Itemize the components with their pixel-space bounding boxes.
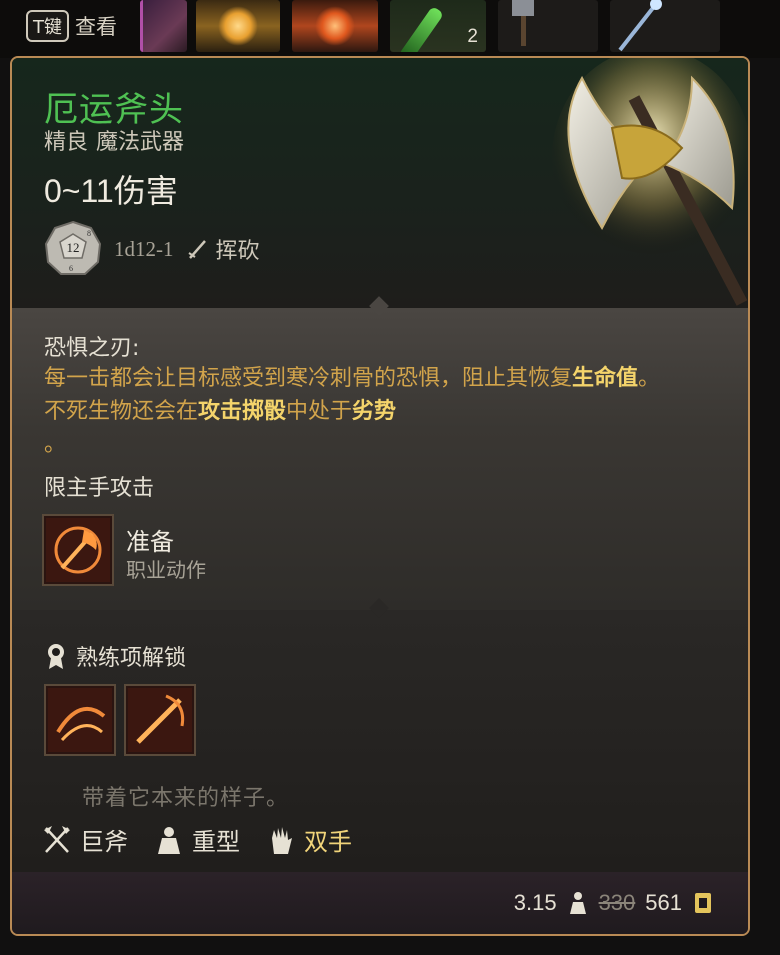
heavy-icon [158, 826, 180, 854]
property-heavy[interactable]: 重型 [154, 822, 240, 857]
action-name: 准备 [126, 528, 174, 556]
item-weight: 3.15 [513, 890, 557, 915]
attack-type: 挥砍 [215, 239, 260, 264]
item-rarity: 精良 [44, 130, 89, 155]
inspect-label: 查看 [75, 15, 117, 39]
inventory-slot-crystal[interactable] [140, 0, 187, 52]
axe-swing-action-icon [46, 518, 110, 582]
keyword-disadvantage[interactable]: 劣势 [352, 399, 396, 424]
item-category: 魔法武器 [96, 130, 185, 155]
weapon-properties: 巨斧 重型 双手 [42, 822, 368, 857]
dice-corner-value-bottom: 6 [69, 264, 73, 273]
gold-coin-icon [695, 893, 711, 913]
stack-count: 2 [467, 26, 478, 47]
dice-formula: 1d12-1 [114, 236, 174, 261]
weight-icon [569, 892, 586, 914]
item-price: 561 [645, 890, 682, 915]
hammer-icon [512, 0, 534, 46]
item-tooltip: 厄运斧头 精良 魔法武器 0~11伤害 12 8 6 1d12-1 挥砍 恐惧之刃… [10, 56, 750, 936]
ability-desc-text: 中处于 [286, 399, 353, 424]
green-potion-icon [398, 5, 445, 52]
dice-corner-value-top: 8 [87, 229, 91, 238]
property-greataxe[interactable]: 巨斧 [42, 822, 128, 857]
dice-face-value: 12 [67, 240, 80, 255]
crossed-axes-icon [44, 825, 70, 853]
inventory-slot-potion[interactable]: 2 [390, 0, 486, 52]
inspect-key-badge: T键 [26, 10, 69, 42]
inspect-hint[interactable]: T键 查看 [26, 10, 117, 42]
d12-dice-icon: 12 8 6 [44, 220, 102, 275]
cleave-ability-icon [48, 688, 112, 752]
property-label-greataxe: 巨斧 [80, 828, 128, 856]
mainhand-restriction: 限主手攻击 [44, 476, 155, 501]
footer-values: 3.15 330 561 [514, 890, 714, 916]
proficiency-title: 熟练项解锁 [76, 646, 187, 671]
double-axe-icon [552, 58, 748, 306]
keyword-hit-points[interactable]: 生命值 [572, 366, 638, 391]
action-prepare-button[interactable] [42, 514, 114, 586]
gold-scroll-icon [218, 6, 258, 46]
medal-icon [48, 644, 64, 669]
ability-desc-text: 。 [44, 432, 67, 457]
proficiency-ability-strike[interactable] [124, 684, 196, 756]
ability-title: 恐惧之刃: [44, 336, 140, 361]
inventory-slot-hammer[interactable] [498, 0, 598, 52]
property-label-heavy: 重型 [192, 828, 240, 856]
keyword-attack-roll[interactable]: 攻击掷骰 [198, 399, 286, 424]
ability-desc-text: 每一击都会让目标感受到寒冷刺骨的恐惧，阻止其恢复 [44, 366, 573, 391]
fire-scroll-icon [315, 6, 355, 46]
item-type: 精良 魔法武器 [44, 124, 184, 156]
dice-row: 12 8 6 1d12-1 挥砍 [44, 220, 260, 278]
piercing-strike-ability-icon [128, 688, 192, 752]
inventory-slot-wand[interactable] [610, 0, 720, 52]
property-label-two-handed: 双手 [304, 828, 352, 856]
inventory-slot-gold-scroll[interactable] [196, 0, 280, 52]
two-hand-icon [272, 826, 292, 854]
proficiency-header: 熟练项解锁 [44, 640, 186, 672]
action-subtitle: 职业动作 [126, 558, 206, 582]
inventory-slot-fire-scroll[interactable] [292, 0, 378, 52]
wand-icon [618, 0, 662, 52]
property-two-handed[interactable]: 双手 [266, 822, 352, 857]
damage-range: 0~11伤害 [44, 173, 178, 209]
slashing-sword-icon [187, 240, 206, 259]
flavor-text: 带着它本来的样子。 [82, 786, 290, 811]
original-price: 330 [598, 890, 636, 915]
ability-description: 每一击都会让目标感受到寒冷刺骨的恐惧，阻止其恢复生命值。不死生物还会在攻击掷骰中… [44, 362, 664, 461]
proficiency-ability-cleave[interactable] [44, 684, 116, 756]
inventory-strip: 2 T键 查看 [0, 0, 780, 58]
